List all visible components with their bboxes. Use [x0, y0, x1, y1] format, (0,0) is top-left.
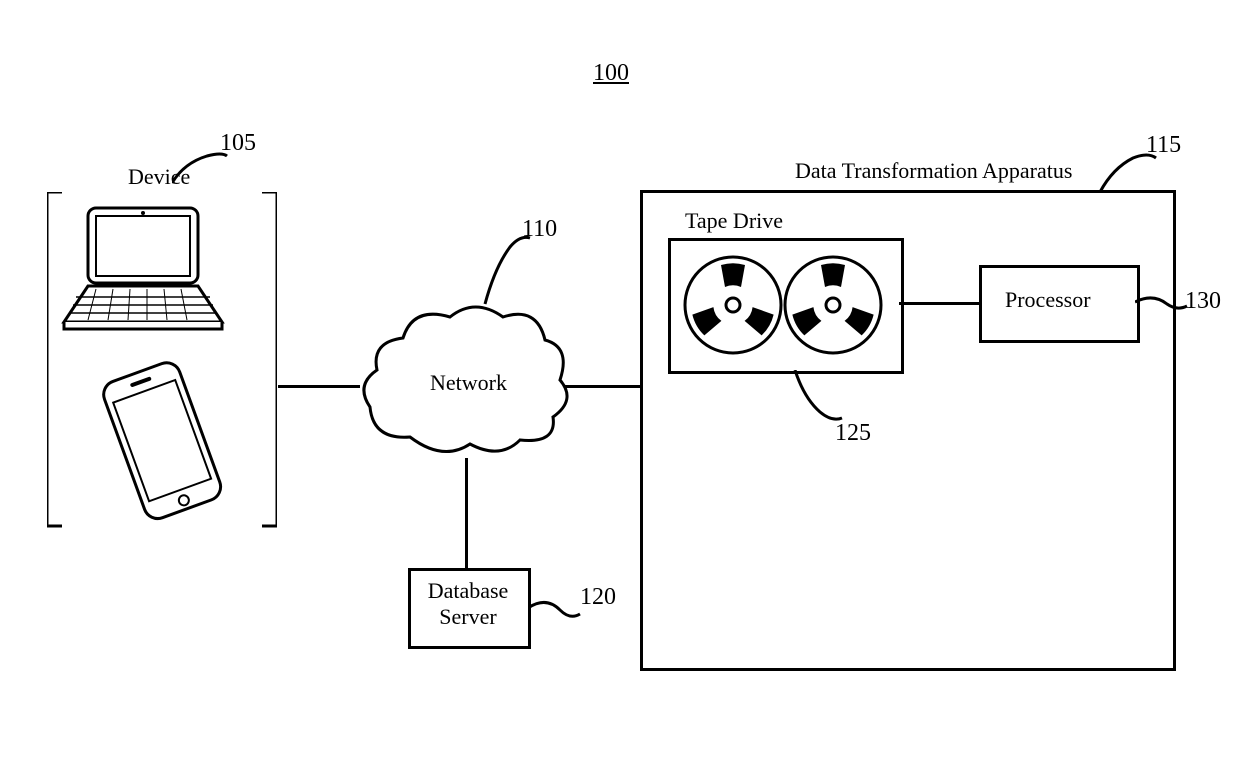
network-label: Network: [430, 370, 507, 396]
database-label: Database Server: [418, 578, 518, 630]
processor-label: Processor: [1005, 287, 1091, 313]
tape-reel-icon: [678, 250, 888, 360]
network-lead-line: [480, 232, 540, 312]
processor-lead-line: [1135, 296, 1190, 316]
tape-drive-label: Tape Drive: [685, 208, 783, 234]
processor-ref: 130: [1185, 288, 1221, 315]
device-lead-line: [172, 148, 232, 188]
apparatus-label: Data Transformation Apparatus: [795, 158, 1072, 184]
apparatus-lead-line: [1098, 150, 1160, 200]
smartphone-icon: [78, 358, 248, 528]
tape-lead-line: [790, 370, 850, 428]
connector-network-apparatus: [565, 385, 640, 388]
connector-network-database: [465, 458, 468, 568]
connector-tape-processor: [899, 302, 979, 305]
database-lead-line: [528, 600, 586, 628]
figure-number: 100: [593, 60, 629, 87]
patent-system-diagram: 100 Device 105: [0, 0, 1240, 757]
connector-device-network: [278, 385, 360, 388]
laptop-icon: [58, 204, 228, 334]
